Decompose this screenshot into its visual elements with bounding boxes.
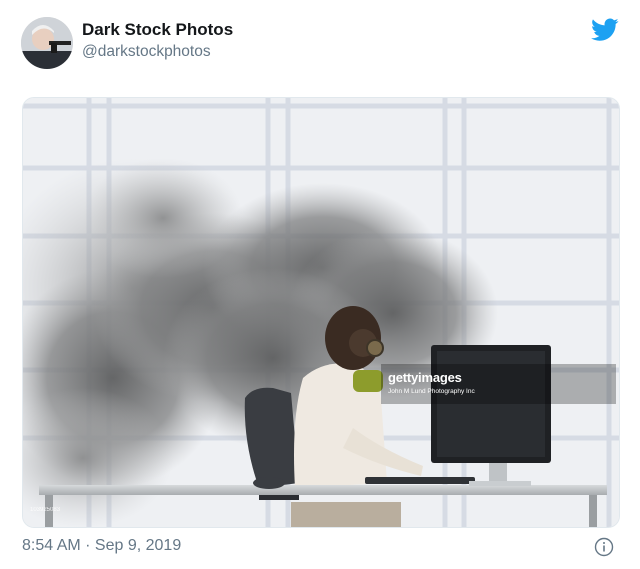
office-smoke-photo — [23, 98, 619, 527]
tweet-timestamp[interactable]: 8:54 AM · Sep 9, 2019 — [22, 537, 181, 555]
photo-credit: John M Lund Photography Inc — [388, 388, 475, 395]
avatar-image — [21, 17, 73, 69]
handle[interactable]: @darkstockphotos — [82, 43, 211, 61]
info-icon[interactable] — [594, 537, 614, 557]
tweet-photo[interactable]: gettyimages John M Lund Photography Inc … — [22, 97, 620, 528]
display-name[interactable]: Dark Stock Photos — [82, 20, 233, 40]
avatar[interactable] — [21, 17, 73, 69]
tweet-card: Dark Stock Photos @darkstockphotos getty… — [0, 0, 640, 569]
twitter-bird-icon[interactable] — [591, 18, 619, 42]
image-id: 103925083 — [30, 507, 61, 513]
getty-watermark: gettyimages — [388, 370, 462, 385]
